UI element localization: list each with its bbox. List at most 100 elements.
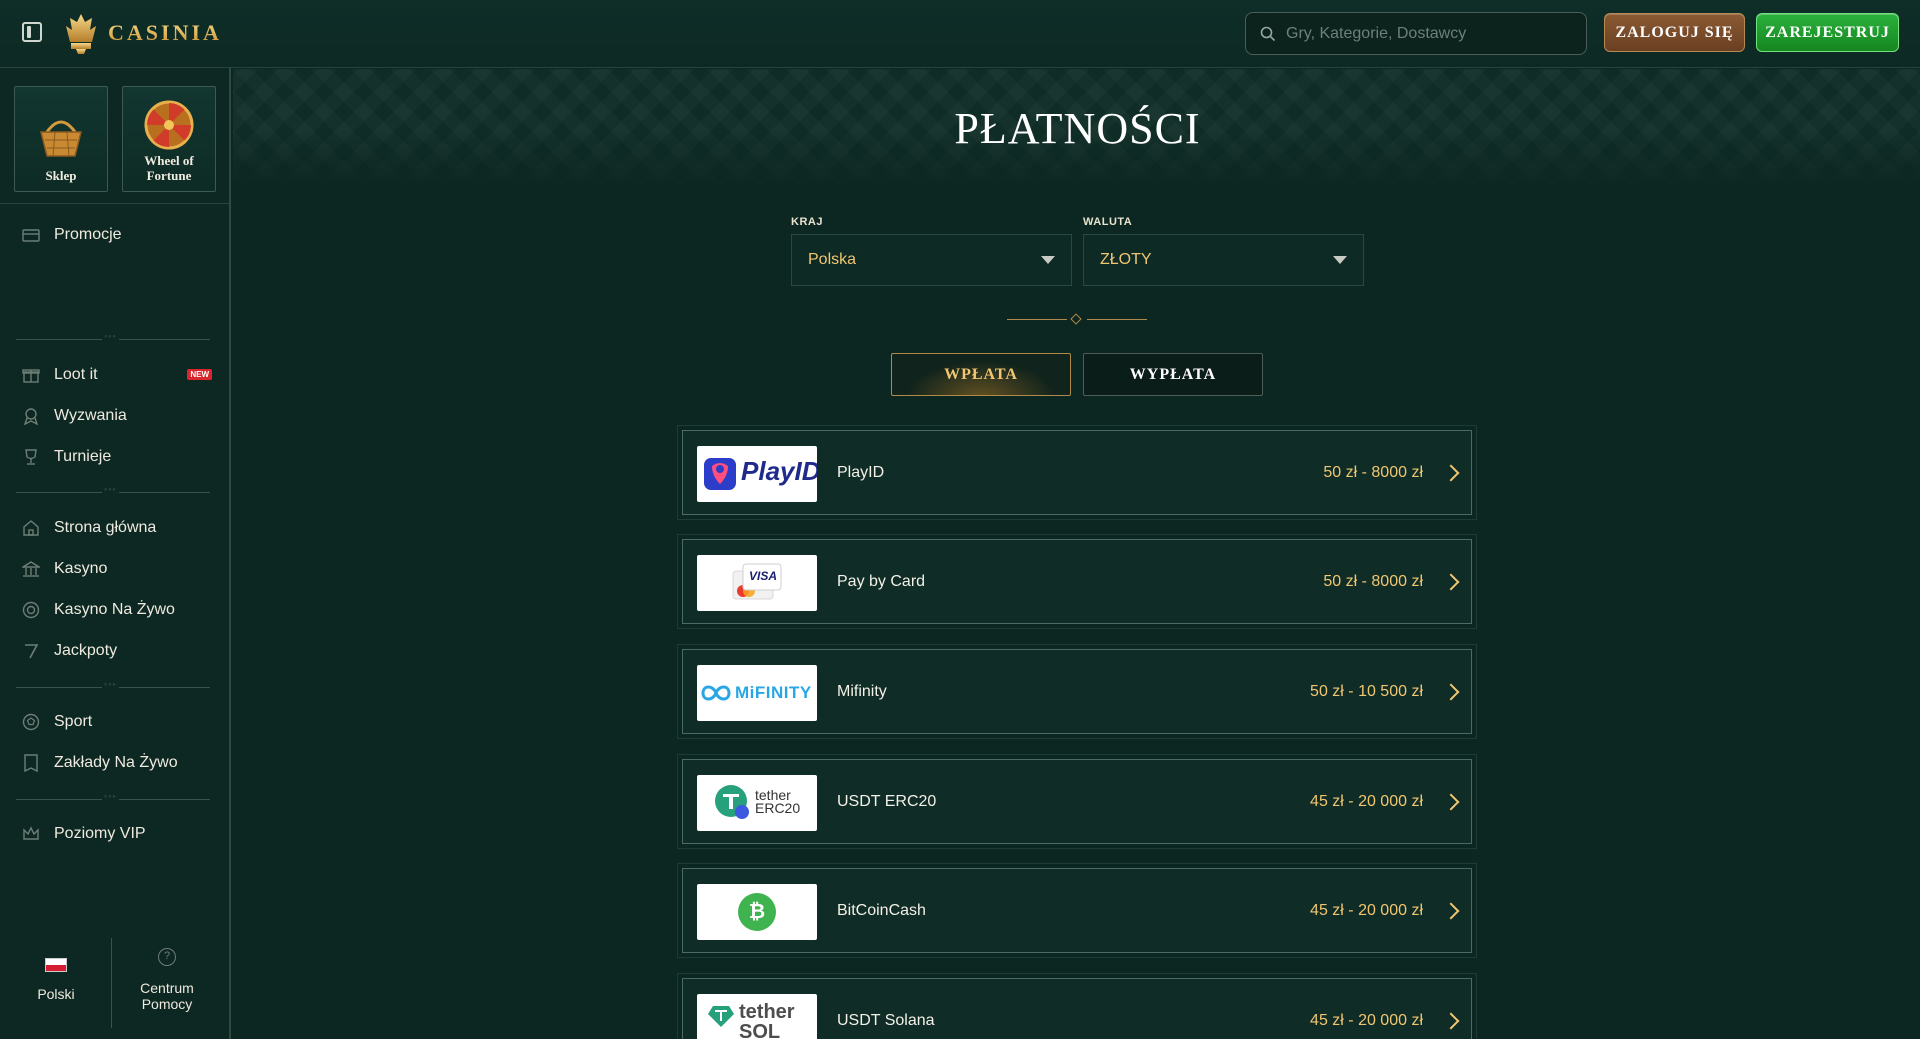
method-range: 50 zł - 10 500 zł <box>1310 682 1423 700</box>
mifinity-logo-text: MiFINITY <box>735 683 812 702</box>
chevron-right-icon <box>1442 1012 1460 1029</box>
payment-method-usdt-erc20[interactable]: tether ERC20 USDT ERC20 45 zł - 20 000 z… <box>677 754 1477 849</box>
sidebar-item-sport[interactable]: Sport <box>22 707 212 737</box>
sidebar-separator <box>16 679 210 689</box>
method-range: 45 zł - 20 000 zł <box>1310 792 1423 810</box>
method-range: 50 zł - 8000 zł <box>1323 463 1423 481</box>
card-icon <box>732 563 782 600</box>
search-box[interactable] <box>1245 12 1587 55</box>
top-header: CASINIA ZALOGUJ SIĘ ZAREJESTRUJ <box>0 0 1920 68</box>
payment-method-playid[interactable]: PlayID PlayID 50 zł - 8000 zł <box>677 425 1477 520</box>
method-range: 45 zł - 20 000 zł <box>1310 901 1423 919</box>
currency-label: WALUTA <box>1083 216 1133 228</box>
sidebar-item-label: Kasyno <box>54 560 108 577</box>
help-label: Centrum Pomocy <box>140 980 194 1012</box>
country-select[interactable]: Polska <box>791 234 1072 286</box>
payment-method-mifinity[interactable]: MiFINITY Mifinity 50 zł - 10 500 zł <box>677 644 1477 739</box>
language-label: Polski <box>37 986 75 1002</box>
method-name: Pay by Card <box>837 572 926 590</box>
method-range: 45 zł - 20 000 zł <box>1310 1011 1423 1029</box>
help-center-link[interactable]: ? Centrum Pomocy <box>130 948 204 1012</box>
tab-withdraw[interactable]: WYPŁATA <box>1083 353 1263 396</box>
ball-icon <box>22 713 40 731</box>
tether-icon <box>708 1006 734 1027</box>
seven-icon <box>25 644 39 659</box>
currency-value: ZŁOTY <box>1100 251 1152 268</box>
payment-method-usdt-solana[interactable]: tether SOL USDT Solana 45 zł - 20 000 zł <box>677 973 1477 1039</box>
bitcoincash-logo: ₿ <box>697 884 817 940</box>
page-title: PŁATNOŚCI <box>954 104 1201 153</box>
payment-method-bitcoincash[interactable]: ₿ BitCoinCash 45 zł - 20 000 zł <box>677 863 1477 958</box>
crown-logo-icon <box>66 14 96 54</box>
tether-icon <box>715 785 749 819</box>
country-label: KRAJ <box>791 216 823 228</box>
method-name: Mifinity <box>837 682 887 700</box>
tether-sol-logo: tether SOL <box>697 994 817 1039</box>
sidebar-item-loot-it[interactable]: Loot it NEW <box>22 360 212 390</box>
sidebar-item-label: Wyzwania <box>54 407 127 424</box>
method-name: BitCoinCash <box>837 901 926 919</box>
chevron-right-icon <box>1442 683 1460 700</box>
country-value: Polska <box>808 251 857 268</box>
sidebar-item-strona-glowna[interactable]: Strona główna <box>22 513 212 543</box>
chevron-right-icon <box>1442 902 1460 919</box>
sidebar-item-wyzwania[interactable]: Wyzwania <box>22 401 212 431</box>
sidebar-item-promocje[interactable]: Promocje <box>22 220 212 250</box>
sidebar-separator <box>16 331 210 341</box>
infinity-icon <box>701 685 731 701</box>
chevron-down-icon <box>1041 256 1055 264</box>
sidebar-item-label: Strona główna <box>54 519 157 536</box>
logo-text: CASINIA <box>108 20 222 45</box>
tab-deposit[interactable]: WPŁATA <box>891 353 1071 396</box>
tether-erc20-text: tether ERC20 <box>755 787 801 816</box>
method-name: PlayID <box>837 463 885 481</box>
currency-select[interactable]: ZŁOTY <box>1083 234 1364 286</box>
sidebar: Sklep Wheel of Fortune Promocje Loot it … <box>0 68 231 1039</box>
chevron-right-icon <box>1442 793 1460 810</box>
promo-icon <box>22 229 40 242</box>
sidebar-item-poziomy-vip[interactable]: Poziomy VIP <box>22 819 212 849</box>
casino-icon <box>22 561 40 577</box>
tile-shop[interactable]: Sklep <box>14 86 108 192</box>
register-button[interactable]: ZAREJESTRUJ <box>1756 13 1899 52</box>
method-range: 50 zł - 8000 zł <box>1323 572 1423 590</box>
sidebar-item-label: Sport <box>54 713 93 730</box>
sidebar-item-kasyno-na-zywo[interactable]: Kasyno Na Żywo <box>22 595 212 625</box>
tile-wheel-label: Wheel of Fortune <box>144 153 194 183</box>
sidebar-item-label: Poziomy VIP <box>54 825 146 842</box>
payment-method-card[interactable]: VISA Pay by Card 50 zł - 8000 zł <box>677 534 1477 629</box>
ticket-icon <box>24 754 38 772</box>
sidebar-toggle-icon[interactable] <box>22 22 42 42</box>
challenge-icon <box>23 408 39 425</box>
tether-erc20-logo: tether ERC20 <box>697 775 817 831</box>
playid-logo-text: PlayID <box>741 456 817 486</box>
sidebar-item-jackpoty[interactable]: Jackpoty <box>22 636 212 666</box>
sidebar-item-label: Turnieje <box>54 448 112 465</box>
sidebar-divider <box>0 203 229 204</box>
login-button[interactable]: ZALOGUJ SIĘ <box>1604 13 1745 52</box>
search-icon <box>1260 26 1276 41</box>
tile-wheel-of-fortune[interactable]: Wheel of Fortune <box>122 86 216 192</box>
sidebar-item-zaklady-na-zywo[interactable]: Zakłady Na Żywo <box>22 748 212 778</box>
trophy-icon <box>25 449 37 465</box>
live-casino-icon <box>22 601 40 619</box>
search-input[interactable] <box>1286 24 1566 43</box>
bottom-divider <box>111 938 112 1028</box>
method-name: USDT Solana <box>837 1011 935 1029</box>
method-name: USDT ERC20 <box>837 792 937 810</box>
wheel-icon <box>144 100 194 150</box>
sidebar-item-turnieje[interactable]: Turnieje <box>22 442 212 472</box>
home-icon <box>23 520 39 536</box>
bitcoin-cash-icon: ₿ <box>738 893 776 931</box>
casinia-logo[interactable]: CASINIA <box>62 12 222 54</box>
sidebar-item-label: Promocje <box>54 226 122 243</box>
language-selector[interactable]: Polski <box>36 958 76 1002</box>
card-logo: VISA <box>697 555 817 611</box>
chevron-down-icon <box>1333 256 1347 264</box>
new-badge: NEW <box>187 369 212 380</box>
sidebar-item-kasyno[interactable]: Kasyno <box>22 554 212 584</box>
chevron-right-icon <box>1442 464 1460 481</box>
sidebar-tiles: Sklep Wheel of Fortune <box>14 86 216 192</box>
basket-icon <box>40 120 82 157</box>
gift-icon <box>22 369 40 383</box>
